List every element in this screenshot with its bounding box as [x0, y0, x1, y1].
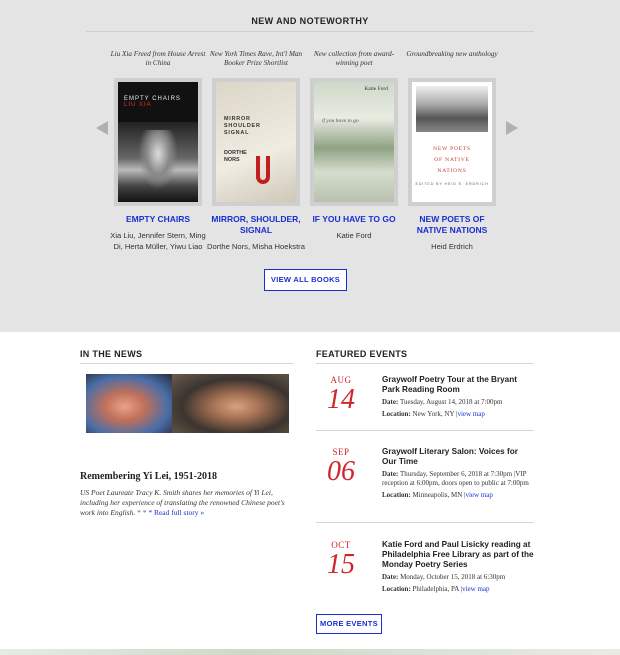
location-value: Philadelphia, PA [412, 585, 459, 593]
next-section-edge [0, 649, 620, 655]
event-location: Location: Philadelphia, PA |view map [382, 585, 490, 593]
book-cover-image: MIRROR SHOULDER SIGNAL DORTHE NORS [216, 82, 296, 202]
book-card: New York Times Rave, Int'l Man Booker Pr… [207, 50, 305, 251]
cover-title: MIRROR SHOULDER SIGNAL [224, 116, 261, 136]
book-authors: Heid Erdrich [431, 242, 473, 251]
date-value: Tuesday, August 14, 2018 at 7:00pm [399, 398, 503, 406]
cover-subtitle: if you have to go [322, 118, 359, 124]
more-events-button[interactable]: MORE EVENTS [316, 614, 382, 634]
book-title-link[interactable]: NEW POETS OF NATIVE NATIONS [408, 214, 496, 236]
location-label: Location: [382, 491, 411, 499]
cover-figure [138, 130, 178, 190]
date-label: Date: [382, 573, 399, 581]
cover-author-text: LIU XIA [124, 102, 152, 108]
book-blurb: Groundbreaking new anthology [406, 50, 498, 58]
location-label: Location: [382, 585, 411, 593]
book-blurb: Liu Xia Freed from House Arrest in China [110, 50, 206, 67]
event-location: Location: New York, NY |view map [382, 410, 485, 418]
cover-photo [416, 86, 488, 132]
new-and-noteworthy-section: NEW AND NOTEWORTHY Liu Xia Freed from Ho… [0, 0, 620, 332]
section-title: NEW AND NOTEWORTHY [251, 16, 369, 26]
cover-title: EMPTY CHAIRS LIU XIA [124, 96, 194, 108]
event-location: Location: Minneapolis, MN |view map [382, 491, 493, 499]
book-blurb: New York Times Rave, Int'l Man Booker Pr… [209, 50, 303, 67]
book-cover-image: EMPTY CHAIRS LIU XIA [118, 82, 198, 202]
book-blurb: New collection from award-winning poet [313, 50, 395, 67]
read-full-story-link[interactable]: * Read full story » [148, 508, 204, 517]
cover-title: NEW POETS OF NATIVE NATIONS [433, 146, 471, 174]
divider [316, 522, 534, 523]
divider [80, 363, 294, 364]
location-label: Location: [382, 410, 411, 418]
event-day: 14 [327, 384, 355, 415]
event-title-link[interactable]: Graywolf Poetry Tour at the Bryant Park … [382, 375, 534, 395]
book-title-link[interactable]: IF YOU HAVE TO GO [300, 214, 408, 225]
event-details: Katie Ford and Paul Lisicky reading at P… [382, 540, 534, 594]
news-photo-right [172, 374, 289, 433]
event-day: 15 [327, 549, 355, 580]
in-the-news-title: IN THE NEWS [80, 349, 143, 359]
news-headline[interactable]: Remembering Yi Lei, 1951-2018 [80, 471, 217, 482]
event-day: 06 [327, 456, 355, 487]
book-cover-link[interactable]: NEW POETS OF NATIVE NATIONS EDITED BY HE… [408, 78, 496, 206]
news-photo-left [86, 374, 172, 433]
cover-title: Katie Ford [364, 86, 388, 92]
cover-author: DORTHE NORS [224, 150, 247, 163]
news-image[interactable] [80, 374, 289, 433]
cover-hook-graphic [256, 156, 270, 184]
event-details: Graywolf Literary Salon: Voices for Our … [382, 447, 534, 500]
divider [86, 31, 534, 32]
book-cover-link[interactable]: MIRROR SHOULDER SIGNAL DORTHE NORS [212, 78, 300, 206]
book-card: Groundbreaking new anthology NEW POETS O… [404, 50, 500, 251]
date-label: Date: [382, 398, 399, 406]
date-label: Date: [382, 470, 399, 478]
date-value: Monday, October 15, 2018 at 6:30pm [400, 573, 506, 581]
event-title-link[interactable]: Graywolf Literary Salon: Voices for Our … [382, 447, 534, 467]
book-cover-link[interactable]: EMPTY CHAIRS LIU XIA [114, 78, 202, 206]
book-card: Liu Xia Freed from House Arrest in China… [110, 50, 206, 251]
view-all-books-button[interactable]: VIEW ALL BOOKS [264, 269, 347, 291]
book-authors: Xia Liu, Jennifer Stern, Ming Di, Herta … [110, 231, 206, 251]
view-map-link[interactable]: view map [462, 585, 489, 593]
event-date: Date: Monday, October 15, 2018 at 6:30pm [382, 573, 534, 582]
event-details: Graywolf Poetry Tour at the Bryant Park … [382, 375, 534, 419]
event-date: Date: Tuesday, August 14, 2018 at 7:00pm [382, 398, 534, 407]
book-cover-image: NEW POETS OF NATIVE NATIONS EDITED BY HE… [412, 82, 492, 202]
book-authors: Katie Ford [336, 231, 372, 240]
carousel-next-icon[interactable] [506, 121, 518, 135]
book-card: New collection from award-winning poet K… [306, 50, 402, 240]
carousel-prev-icon[interactable] [96, 121, 108, 135]
book-cover-image: Katie Ford if you have to go [314, 82, 394, 202]
event-title-link[interactable]: Katie Ford and Paul Lisicky reading at P… [382, 540, 534, 570]
book-cover-link[interactable]: Katie Ford if you have to go [310, 78, 398, 206]
view-map-link[interactable]: view map [457, 410, 484, 418]
location-value: Minneapolis, MN [412, 491, 463, 499]
divider [316, 430, 534, 431]
book-title-link[interactable]: MIRROR, SHOULDER, SIGNAL [202, 214, 310, 236]
news-separator: * * [137, 508, 147, 517]
featured-events-title: FEATURED EVENTS [316, 349, 408, 359]
event-date: Date: Thursday, September 6, 2018 at 7:3… [382, 470, 534, 488]
date-value: Thursday, September 6, 2018 at 7:30pm |V… [382, 470, 529, 487]
news-summary: US Poet Laureate Tracy K. Smith shares h… [80, 488, 294, 518]
divider [316, 363, 534, 364]
book-title-link[interactable]: EMPTY CHAIRS [104, 214, 212, 225]
book-authors: Dorthe Nors, Misha Hoekstra [207, 242, 305, 251]
cover-author: EDITED BY HEID E. ERDRICH [415, 182, 489, 186]
view-map-link[interactable]: view map [465, 491, 492, 499]
location-value: New York, NY [412, 410, 455, 418]
